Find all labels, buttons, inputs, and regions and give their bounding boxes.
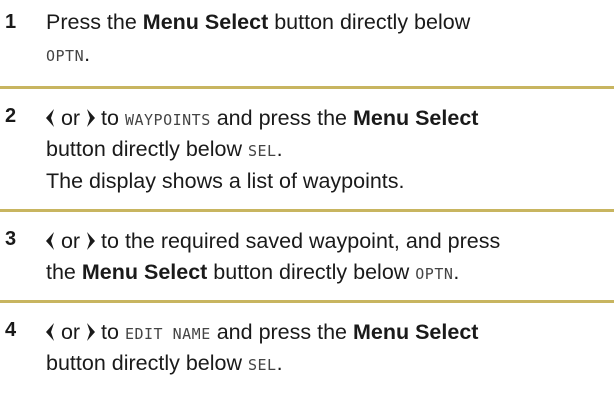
right-arrow-icon <box>86 104 96 136</box>
menu-select-label: Menu Select <box>142 10 269 34</box>
step-text-line2: OPTN. <box>46 38 606 72</box>
text: . <box>276 351 283 375</box>
menu-select-label: Menu Select <box>352 320 479 344</box>
text: and press the <box>210 106 353 130</box>
text: to <box>95 320 125 344</box>
step-number: 4 <box>5 319 17 341</box>
display-text-optn: OPTN <box>415 265 454 283</box>
text: or <box>55 229 87 253</box>
text: button directly below <box>268 10 471 34</box>
left-arrow-icon <box>46 318 55 350</box>
text: to the required saved waypoint, and pres… <box>95 229 501 253</box>
step-text-line2: button directly below SEL. <box>46 133 606 167</box>
text: the <box>46 260 82 284</box>
text: . <box>84 42 91 66</box>
display-text-sel: SEL <box>247 142 277 160</box>
divider <box>0 86 614 89</box>
display-text-waypoints: WAYPOINTS <box>124 111 211 129</box>
divider <box>0 300 614 303</box>
text: to <box>95 106 125 130</box>
step-number: 2 <box>5 105 17 127</box>
text: Press the <box>46 10 143 34</box>
text: and press the <box>210 320 353 344</box>
text: button directly below <box>46 351 248 375</box>
text: . <box>276 137 283 161</box>
left-arrow-icon <box>46 227 55 259</box>
left-arrow-icon <box>46 104 55 136</box>
step-number: 3 <box>5 228 17 250</box>
menu-select-label: Menu Select <box>81 260 208 284</box>
display-text-edit-name: EDIT NAME <box>124 325 211 343</box>
display-text-sel: SEL <box>247 356 277 374</box>
step-text-line2: the Menu Select button directly below OP… <box>46 256 606 290</box>
step-text: or to EDIT NAME and press the Menu Selec… <box>46 316 606 350</box>
step-text: Press the Menu Select button directly be… <box>46 6 606 38</box>
text: button directly below <box>46 137 248 161</box>
text: or <box>55 320 87 344</box>
right-arrow-icon <box>86 318 96 350</box>
right-arrow-icon <box>86 227 96 259</box>
text: or <box>55 106 87 130</box>
text: . <box>453 260 460 284</box>
text: button directly below <box>207 260 416 284</box>
step-text: or to the required saved waypoint, and p… <box>46 225 606 259</box>
step-text: or to WAYPOINTS and press the Menu Selec… <box>46 102 606 136</box>
step-number: 1 <box>5 11 17 33</box>
menu-select-label: Menu Select <box>352 106 479 130</box>
text: The display shows a list of waypoints. <box>46 169 405 193</box>
display-text-optn: OPTN <box>46 47 85 65</box>
divider <box>0 209 614 212</box>
step-text-line2: button directly below SEL. <box>46 347 606 381</box>
step-text-line3: The display shows a list of waypoints. <box>46 165 606 197</box>
